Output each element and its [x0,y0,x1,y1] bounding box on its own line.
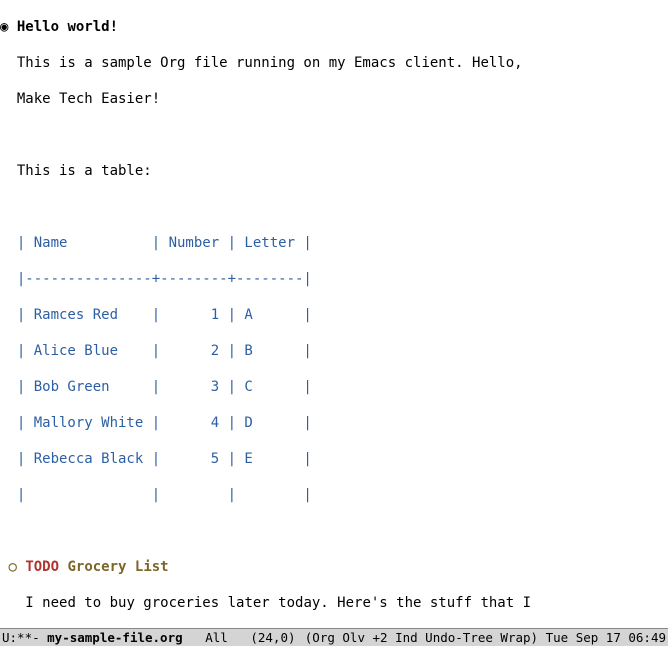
table-row: | Mallory White | 4 | D | [17,415,312,431]
table-row: | Bob Green | 3 | C | [17,379,312,395]
table-rule: |---------------+--------+--------| [17,271,312,287]
table-row: | | | | [17,487,312,503]
heading1-bullet: ◉ [0,19,8,35]
table-row: | Rebecca Black | 5 | E | [17,451,312,467]
heading2-bullet: ○ [8,559,16,575]
modeline-position: All (24,0) [183,629,296,646]
modeline: U:**- my-sample-file.org All (24,0) (Org… [0,628,668,646]
org-buffer[interactable]: ◉ Hello world! This is a sample Org file… [0,0,668,646]
heading2-title: Grocery List [67,559,168,575]
modeline-filename: my-sample-file.org [47,629,182,646]
modeline-modes: (Org Olv +2 Ind Undo-Tree Wrap) [305,629,538,646]
todo-keyword: TODO [25,559,59,575]
todo1-body1: I need to buy groceries later today. Her… [25,595,531,611]
intro-line2: Make Tech Easier! [17,91,160,107]
table-row: | Alice Blue | 2 | B | [17,343,312,359]
table-header: | Name | Number | Letter | [17,235,312,251]
table-label: This is a table: [17,163,152,179]
heading1-title: Hello world! [17,19,118,35]
table-row: | Ramces Red | 1 | A | [17,307,312,323]
intro-line1: This is a sample Org file running on my … [17,55,523,71]
modeline-status: U:**- [2,629,47,646]
modeline-time: Tue Sep 17 06:49 [538,629,666,646]
